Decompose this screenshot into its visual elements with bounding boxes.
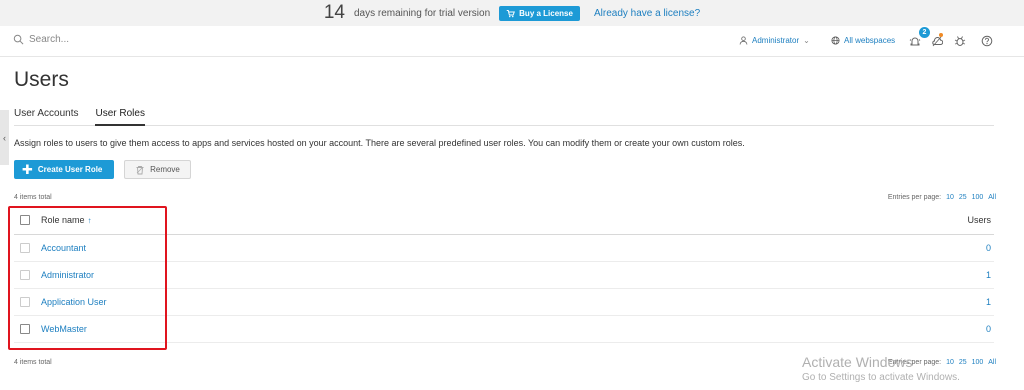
bug-icon[interactable] bbox=[954, 35, 966, 47]
webspaces-menu[interactable]: All webspaces bbox=[831, 36, 895, 45]
entries-option-all[interactable]: All bbox=[988, 359, 996, 366]
search-icon bbox=[13, 34, 24, 45]
top-header: Search... Administrator ⌄ All webspaces … bbox=[0, 26, 1024, 57]
users-count-link[interactable]: 0 bbox=[986, 324, 991, 334]
remove-button[interactable]: Remove bbox=[124, 160, 191, 179]
entries-option-10[interactable]: 10 bbox=[946, 194, 954, 201]
items-total-bottom: 4 items total bbox=[14, 359, 52, 366]
highlight-annotation bbox=[8, 206, 167, 350]
notification-badge: 2 bbox=[919, 27, 930, 38]
users-count-link[interactable]: 0 bbox=[986, 243, 991, 253]
users-count-link[interactable]: 1 bbox=[986, 297, 991, 307]
bell-icon[interactable] bbox=[909, 35, 921, 47]
page-title: Users bbox=[14, 68, 69, 91]
page-description: Assign roles to users to give them acces… bbox=[14, 138, 745, 148]
trial-days-count: 14 bbox=[323, 2, 345, 23]
sidebar-toggle[interactable]: ‹ bbox=[0, 110, 9, 165]
remove-label: Remove bbox=[150, 165, 180, 174]
watermark-title: Activate Windows bbox=[802, 354, 913, 370]
entries-option-all[interactable]: All bbox=[988, 194, 996, 201]
column-header-users[interactable]: Users bbox=[967, 215, 991, 225]
search-input[interactable]: Search... bbox=[29, 34, 69, 45]
tab-user-accounts[interactable]: User Accounts bbox=[14, 105, 78, 126]
users-count-link[interactable]: 1 bbox=[986, 270, 991, 280]
globe-icon bbox=[831, 36, 840, 45]
search-box[interactable]: Search... bbox=[13, 34, 69, 45]
status-dot bbox=[939, 33, 943, 37]
create-user-role-label: Create User Role bbox=[37, 165, 103, 174]
entries-option-100[interactable]: 100 bbox=[972, 194, 984, 201]
already-have-license-link[interactable]: Already have a license? bbox=[594, 8, 700, 19]
user-icon bbox=[739, 36, 748, 45]
buy-license-button[interactable]: Buy a License bbox=[499, 5, 580, 21]
create-user-role-button[interactable]: ✚ Create User Role bbox=[14, 160, 115, 179]
trash-icon bbox=[136, 165, 144, 174]
trial-text: days remaining for trial version bbox=[353, 7, 491, 19]
trial-banner: 14 days remaining for trial version Buy … bbox=[0, 0, 1024, 26]
tab-bar: User Accounts User Roles bbox=[14, 105, 994, 126]
watermark-subtitle: Go to Settings to activate Windows. bbox=[802, 372, 960, 383]
entries-label: Entries per page: bbox=[887, 194, 942, 201]
user-menu[interactable]: Administrator ⌄ bbox=[739, 36, 810, 45]
plus-icon: ✚ bbox=[22, 162, 33, 177]
cart-icon bbox=[506, 9, 516, 17]
webspaces-menu-label: All webspaces bbox=[844, 36, 896, 45]
entries-option-100[interactable]: 100 bbox=[972, 359, 984, 366]
help-icon[interactable] bbox=[981, 35, 993, 47]
entries-option-25[interactable]: 25 bbox=[959, 194, 967, 201]
items-total-top: 4 items total bbox=[14, 194, 52, 201]
tab-user-roles[interactable]: User Roles bbox=[95, 105, 145, 126]
user-menu-label: Administrator bbox=[752, 36, 800, 45]
entries-option-25[interactable]: 25 bbox=[959, 359, 967, 366]
entries-per-page-top: Entries per page: 10 25 100 All bbox=[888, 194, 996, 201]
chevron-down-icon: ⌄ bbox=[803, 36, 810, 45]
buy-license-label: Buy a License bbox=[519, 8, 573, 18]
activate-windows-watermark: Activate Windows Go to Settings to activ… bbox=[802, 354, 960, 383]
